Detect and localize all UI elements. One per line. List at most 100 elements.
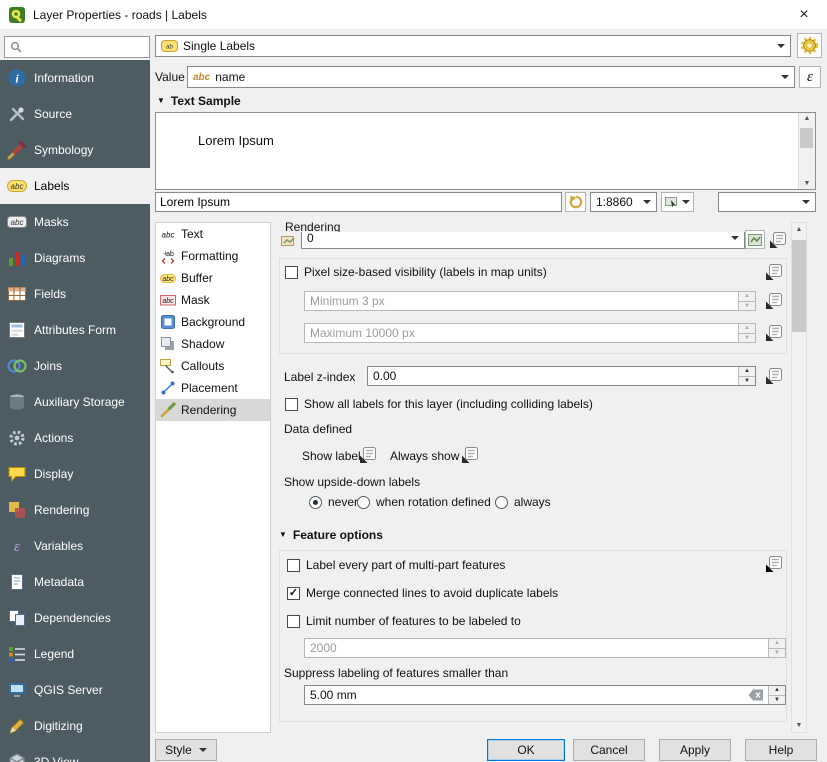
data-defined-override-button[interactable] bbox=[763, 366, 785, 386]
sidebar-item-legend[interactable]: Legend bbox=[0, 636, 150, 672]
label-every-part-checkbox[interactable] bbox=[287, 559, 300, 572]
help-button[interactable]: Help bbox=[745, 739, 817, 761]
data-defined-override-button[interactable] bbox=[763, 554, 785, 574]
merge-connected-row[interactable]: ✓ Merge connected lines to avoid duplica… bbox=[287, 586, 558, 600]
spin-down-icon[interactable]: ▼ bbox=[769, 695, 785, 705]
data-defined-override-button[interactable] bbox=[763, 323, 785, 343]
minimum-pixel-spinbox[interactable]: Minimum 3 px ▲▼ bbox=[304, 291, 756, 311]
show-all-labels-checkbox[interactable] bbox=[285, 398, 298, 411]
scroll-up-icon[interactable]: ▲ bbox=[796, 226, 803, 233]
spin-buttons[interactable]: ▲▼ bbox=[738, 367, 755, 385]
sidebar-item-joins[interactable]: Joins bbox=[0, 348, 150, 384]
show-all-labels-row[interactable]: Show all labels for this layer (includin… bbox=[285, 397, 593, 411]
data-defined-override-button[interactable] bbox=[763, 262, 785, 282]
limit-features-checkbox[interactable] bbox=[287, 615, 300, 628]
label-every-part-row[interactable]: Label every part of multi-part features bbox=[287, 558, 505, 572]
cancel-button[interactable]: Cancel bbox=[573, 739, 645, 761]
sidebar-item-3d-view[interactable]: 3D View bbox=[0, 744, 150, 762]
preview-background-combo[interactable] bbox=[718, 192, 816, 212]
minimum-scale-field[interactable]: 0 bbox=[301, 232, 745, 249]
scroll-down-icon[interactable]: ▼ bbox=[804, 180, 811, 187]
data-defined-override-button[interactable] bbox=[357, 445, 379, 465]
radio-button-icon[interactable] bbox=[495, 496, 508, 509]
tab-formatting[interactable]: +abFormatting bbox=[156, 245, 270, 267]
sidebar-item-dependencies[interactable]: Dependencies bbox=[0, 600, 150, 636]
feature-options-section-header[interactable]: ▼ Feature options bbox=[279, 528, 383, 542]
limit-features-spinbox[interactable]: 2000 ▲▼ bbox=[304, 638, 786, 658]
spin-buttons[interactable]: ▲▼ bbox=[768, 639, 785, 657]
scrollbar-thumb[interactable] bbox=[792, 240, 806, 332]
radio-always[interactable]: always bbox=[495, 495, 551, 509]
tab-text[interactable]: abcText bbox=[156, 223, 270, 245]
automated-placement-button[interactable] bbox=[797, 33, 822, 58]
spin-up-icon[interactable]: ▲ bbox=[739, 292, 755, 301]
apply-button[interactable]: Apply bbox=[659, 739, 731, 761]
scale-combo[interactable]: 1:8860 bbox=[590, 192, 657, 212]
z-index-spinbox[interactable]: 0.00 ▲▼ bbox=[367, 366, 756, 386]
data-defined-override-button[interactable] bbox=[459, 445, 481, 465]
sidebar-item-symbology[interactable]: Symbology bbox=[0, 132, 150, 168]
style-button[interactable]: Style bbox=[155, 739, 217, 761]
sidebar-item-source[interactable]: Source bbox=[0, 96, 150, 132]
spin-down-icon[interactable]: ▼ bbox=[739, 376, 755, 386]
spin-down-icon[interactable]: ▼ bbox=[739, 301, 755, 311]
data-defined-override-button[interactable] bbox=[763, 291, 785, 311]
tab-background[interactable]: Background bbox=[156, 311, 270, 333]
spin-down-icon[interactable]: ▼ bbox=[739, 333, 755, 343]
data-defined-override-button[interactable] bbox=[767, 230, 789, 250]
spin-up-icon[interactable]: ▲ bbox=[769, 639, 785, 648]
tab-mask[interactable]: abcMask bbox=[156, 289, 270, 311]
sample-text-input[interactable] bbox=[155, 192, 562, 212]
reset-sample-button[interactable] bbox=[565, 192, 586, 212]
scroll-up-icon[interactable]: ▲ bbox=[804, 115, 811, 122]
radio-button-icon[interactable] bbox=[357, 496, 370, 509]
pixel-visibility-checkbox[interactable] bbox=[285, 266, 298, 279]
merge-connected-checkbox[interactable]: ✓ bbox=[287, 587, 300, 600]
sidebar-item-auxiliary-storage[interactable]: Auxiliary Storage bbox=[0, 384, 150, 420]
text-sample-section-header[interactable]: ▼ Text Sample bbox=[157, 94, 241, 108]
spin-up-icon[interactable]: ▲ bbox=[769, 686, 785, 695]
preview-scrollbar[interactable]: ▲ ▼ bbox=[798, 113, 815, 189]
tab-rendering[interactable]: Rendering bbox=[156, 399, 270, 421]
maximum-pixel-spinbox[interactable]: Maximum 10000 px ▲▼ bbox=[304, 323, 756, 343]
search-input[interactable] bbox=[27, 40, 144, 54]
scroll-down-icon[interactable]: ▼ bbox=[796, 722, 803, 729]
tab-placement[interactable]: Placement bbox=[156, 377, 270, 399]
tab-callouts[interactable]: Callouts bbox=[156, 355, 270, 377]
preview-scroll-thumb[interactable] bbox=[800, 128, 813, 148]
close-icon[interactable]: × bbox=[790, 1, 818, 29]
spin-buttons[interactable]: ▲▼ bbox=[738, 292, 755, 310]
suppress-spinbox[interactable]: 5.00 mm ▲▼ bbox=[304, 685, 786, 705]
clear-icon[interactable] bbox=[744, 689, 768, 701]
sidebar-item-rendering[interactable]: Rendering bbox=[0, 492, 150, 528]
sidebar-item-metadata[interactable]: Metadata bbox=[0, 564, 150, 600]
tab-buffer[interactable]: abcBuffer bbox=[156, 267, 270, 289]
spin-up-icon[interactable]: ▲ bbox=[739, 324, 755, 333]
radio-button-icon[interactable] bbox=[309, 496, 322, 509]
sidebar-item-actions[interactable]: Actions bbox=[0, 420, 150, 456]
spin-buttons[interactable]: ▲▼ bbox=[738, 324, 755, 342]
sidebar-item-labels[interactable]: abcLabels bbox=[0, 168, 150, 204]
sidebar-item-diagrams[interactable]: Diagrams bbox=[0, 240, 150, 276]
sidebar-item-masks[interactable]: abcMasks bbox=[0, 204, 150, 240]
sidebar-item-attributes-form[interactable]: Attributes Form bbox=[0, 312, 150, 348]
expression-builder-button[interactable]: ε bbox=[799, 66, 821, 88]
map-scale-button[interactable] bbox=[661, 192, 694, 212]
radio-never[interactable]: never bbox=[309, 495, 358, 509]
set-to-current-scale-button[interactable] bbox=[745, 230, 765, 249]
sidebar-item-display[interactable]: Display bbox=[0, 456, 150, 492]
radio-when-rotation-defined[interactable]: when rotation defined bbox=[357, 495, 491, 509]
spin-down-icon[interactable]: ▼ bbox=[769, 648, 785, 658]
limit-features-row[interactable]: Limit number of features to be labeled t… bbox=[287, 614, 521, 628]
sidebar-item-information[interactable]: iInformation bbox=[0, 60, 150, 96]
spin-buttons[interactable]: ▲▼ bbox=[768, 686, 785, 704]
spin-up-icon[interactable]: ▲ bbox=[739, 367, 755, 376]
ok-button[interactable]: OK bbox=[487, 739, 565, 761]
sidebar-item-qgis-server[interactable]: QGIS Server bbox=[0, 672, 150, 708]
pixel-visibility-row[interactable]: Pixel size-based visibility (labels in m… bbox=[285, 265, 547, 279]
sidebar-item-variables[interactable]: εVariables bbox=[0, 528, 150, 564]
sidebar-item-fields[interactable]: Fields bbox=[0, 276, 150, 312]
sidebar-search[interactable] bbox=[4, 36, 150, 58]
value-field-combo[interactable]: abc name bbox=[187, 66, 795, 88]
sidebar-item-digitizing[interactable]: Digitizing bbox=[0, 708, 150, 744]
